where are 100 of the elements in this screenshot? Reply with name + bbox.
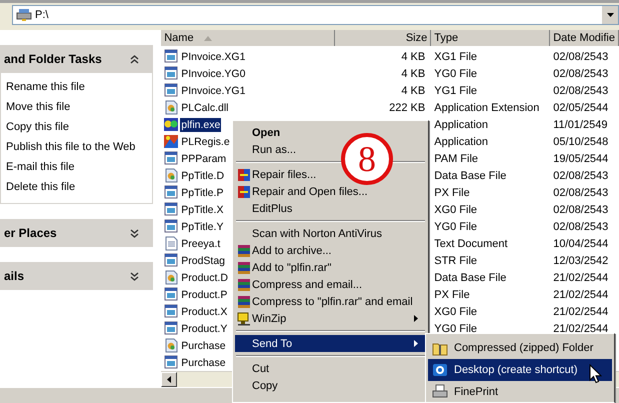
file-name[interactable]: PpTitle.D [180, 168, 226, 182]
file-name[interactable]: ProdStag [180, 254, 226, 268]
file-size: 4 KB [401, 50, 426, 62]
date-modified: 02/08/2543 [553, 220, 608, 232]
pane-header[interactable]: ails [0, 262, 154, 290]
books-stack-icon [236, 243, 250, 258]
file-window-icon [164, 355, 178, 370]
menu-item[interactable]: EditPlus [235, 200, 296, 217]
file-type: PAM File [434, 152, 478, 164]
date-modified: 21/02/2544 [553, 322, 608, 334]
pane-title: er Places [4, 226, 57, 240]
file-size: 4 KB [401, 84, 426, 96]
file-type: Application [434, 118, 488, 130]
file-name[interactable]: Preeya.t [180, 236, 222, 250]
file-type: XG0 File [434, 204, 478, 216]
repair-tool-icon [236, 167, 250, 182]
menu-item[interactable]: Compressed (zipped) Folder [428, 337, 612, 359]
file-window-icon [164, 202, 178, 217]
date-modified: 02/08/2543 [553, 204, 608, 216]
desktop-shortcut-icon [432, 362, 448, 378]
menu-item[interactable]: Scan with Norton AntiVirus [235, 225, 386, 242]
file-type: Text Document [434, 238, 508, 250]
menu-item[interactable]: FinePrint [428, 381, 612, 403]
column-header[interactable]: Size [335, 30, 432, 46]
menu-item[interactable]: Cut [235, 360, 274, 377]
file-name[interactable]: Purchase [180, 338, 227, 352]
task-link[interactable]: Delete this file [6, 177, 152, 197]
file-name[interactable]: Product.Y [180, 322, 228, 336]
caret-icon [606, 13, 614, 17]
file-name[interactable]: PpTitle.Y [180, 220, 224, 234]
mouse-cursor-icon [589, 364, 602, 384]
date-modified: 10/04/2544 [553, 238, 608, 250]
address-field[interactable]: P:\ [12, 5, 619, 25]
file-name[interactable]: Product.D [180, 270, 229, 284]
file-type: YG0 File [434, 322, 478, 334]
text-file-icon [164, 236, 178, 251]
date-modified: 02/08/2543 [553, 186, 608, 198]
pane-title: and Folder Tasks [4, 52, 102, 66]
file-name[interactable]: plfin.exe [180, 118, 222, 132]
file-name[interactable]: PInvoice.YG0 [180, 66, 246, 80]
file-name[interactable]: PLCalc.dll [180, 100, 230, 114]
file-type: YG0 File [434, 68, 478, 80]
pane-header[interactable]: and Folder Tasks [0, 45, 154, 73]
task-link[interactable]: Rename this file [6, 77, 152, 97]
file-window-icon [164, 83, 178, 98]
date-modified: 02/08/2543 [553, 84, 608, 96]
repair-tool-icon [236, 184, 250, 199]
dropdown-button[interactable] [602, 6, 618, 24]
file-window-icon [164, 185, 178, 200]
file-window-icon [164, 219, 178, 234]
menu-item[interactable]: Repair files... [235, 166, 320, 183]
books-stack-icon [236, 260, 250, 275]
menu-item[interactable]: Send To [235, 335, 426, 352]
column-header[interactable]: Date Modifie [550, 30, 619, 46]
file-type: YG0 File [434, 220, 478, 232]
task-link[interactable]: Publish this file to the Web [6, 137, 152, 157]
menu-item[interactable]: Desktop (create shortcut) [428, 359, 612, 381]
menu-item[interactable]: Compress and email... [235, 276, 366, 293]
file-type: PX File [434, 186, 470, 198]
file-name[interactable]: PLRegis.e [180, 134, 231, 148]
scroll-left-button[interactable] [161, 372, 178, 387]
file-size: 4 KB [401, 68, 426, 80]
file-name[interactable]: PInvoice.XG1 [180, 50, 246, 64]
date-modified: 21/02/2544 [553, 306, 608, 318]
menu-item[interactable]: Open [235, 124, 284, 141]
file-name[interactable]: PInvoice.YG1 [180, 84, 246, 98]
file-name[interactable]: Purchase [180, 356, 227, 370]
menu-item[interactable]: Copy [235, 377, 282, 394]
file-type: Data Base File [434, 272, 506, 284]
menu-item[interactable]: Compress to "plfin.rar" and email [235, 293, 417, 310]
task-link[interactable]: E-mail this file [6, 157, 152, 177]
file-name[interactable]: PPParam [180, 152, 228, 166]
file-name[interactable]: PpTitle.P [180, 186, 224, 200]
file-name[interactable]: Product.X [180, 304, 228, 318]
printer-icon [432, 384, 448, 400]
task-link[interactable]: Copy this file [6, 117, 152, 137]
menu-item[interactable]: Run as... [235, 141, 300, 158]
date-modified: 21/02/2544 [553, 272, 608, 284]
menu-item[interactable]: Add to "plfin.rar" [235, 259, 336, 276]
menu-item[interactable]: Add to archive... [235, 242, 336, 259]
date-modified: 02/05/2544 [553, 102, 608, 114]
date-modified: 12/03/2542 [553, 254, 608, 266]
books-stack-icon [236, 294, 250, 309]
file-window-icon [164, 253, 178, 268]
task-link[interactable]: Move this file [6, 97, 152, 117]
column-header[interactable]: Type [431, 30, 550, 46]
file-name[interactable]: Product.P [180, 288, 228, 302]
file-window-icon [164, 66, 178, 81]
network-drive-icon [16, 6, 32, 20]
column-header[interactable]: Name [161, 30, 336, 46]
date-modified: 19/05/2544 [553, 152, 608, 164]
left-arrow-icon [167, 376, 172, 383]
file-size: 222 KB [389, 102, 426, 114]
file-type: STR File [434, 254, 478, 266]
file-window-icon [164, 304, 178, 319]
pane-header[interactable]: er Places [0, 219, 154, 247]
file-name[interactable]: PpTitle.X [180, 202, 224, 216]
file-type: Application [434, 136, 488, 148]
menu-item[interactable]: Repair and Open files... [235, 183, 372, 200]
menu-item[interactable]: WinZip [235, 310, 426, 327]
